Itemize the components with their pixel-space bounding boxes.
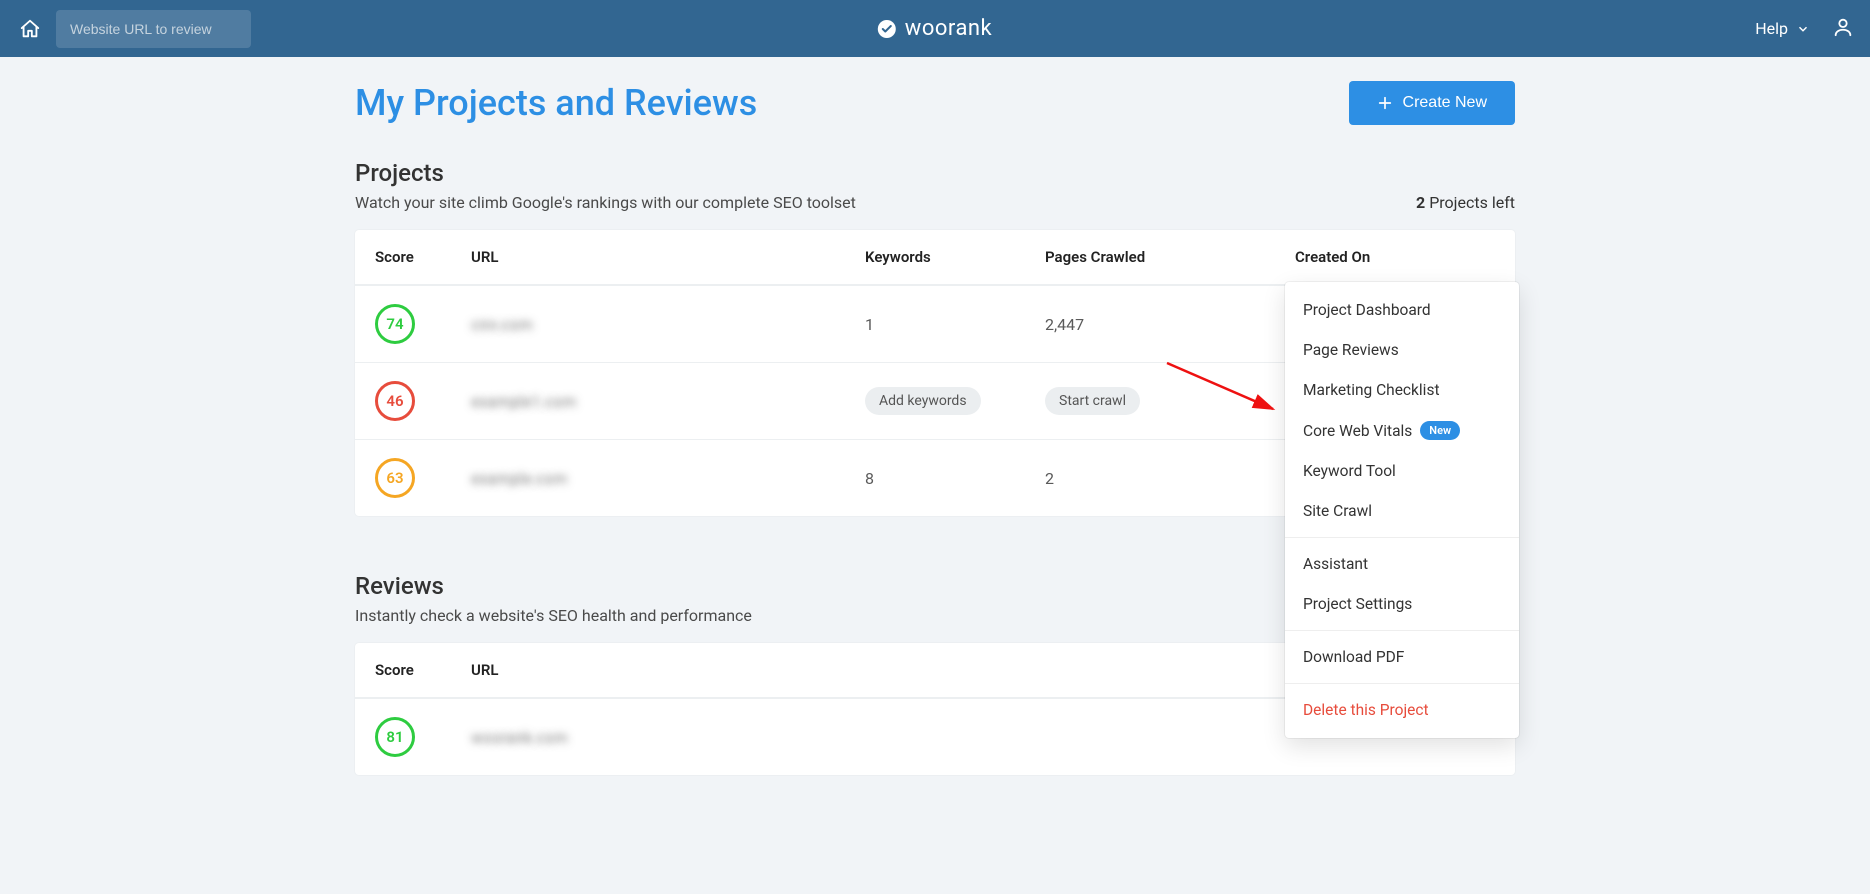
col-keywords: Keywords xyxy=(865,248,1045,266)
dd-separator xyxy=(1285,683,1519,684)
projects-left: 2 Projects left xyxy=(1416,193,1515,212)
project-pages: 2,447 xyxy=(1045,315,1295,334)
brand-check-icon xyxy=(878,20,896,38)
score-badge: 63 xyxy=(375,458,415,498)
dd-delete-project[interactable]: Delete this Project xyxy=(1285,690,1519,730)
reviews-subtitle: Instantly check a website's SEO health a… xyxy=(355,606,752,625)
start-crawl-button[interactable]: Start crawl xyxy=(1045,387,1140,415)
home-icon xyxy=(19,18,41,40)
projects-table-head: Score URL Keywords Pages Crawled Created… xyxy=(355,230,1515,285)
brand-text: woorank xyxy=(905,16,992,41)
dd-site-crawl[interactable]: Site Crawl xyxy=(1285,491,1519,531)
col-url: URL xyxy=(471,248,865,266)
url-input-container xyxy=(56,10,251,48)
dd-marketing-checklist[interactable]: Marketing Checklist xyxy=(1285,370,1519,410)
user-icon xyxy=(1832,16,1854,38)
user-menu[interactable] xyxy=(1832,16,1854,42)
reviews-title: Reviews xyxy=(355,572,752,600)
create-new-button[interactable]: Create New xyxy=(1349,81,1515,125)
top-bar: woorank Help xyxy=(0,0,1870,57)
score-badge: 74 xyxy=(375,304,415,344)
projects-title: Projects xyxy=(355,159,856,187)
project-url: example1.com xyxy=(471,392,865,411)
projects-subtitle: Watch your site climb Google's rankings … xyxy=(355,193,856,212)
dd-page-reviews[interactable]: Page Reviews xyxy=(1285,330,1519,370)
dd-assistant[interactable]: Assistant xyxy=(1285,544,1519,584)
url-input[interactable] xyxy=(70,21,237,37)
projects-left-count: 2 xyxy=(1416,193,1425,212)
project-keywords: 8 xyxy=(865,469,1045,488)
page-title: My Projects and Reviews xyxy=(355,82,757,124)
project-keywords: 1 xyxy=(865,315,1045,334)
new-badge: New xyxy=(1420,421,1460,440)
score-badge: 46 xyxy=(375,381,415,421)
col-created: Created On xyxy=(1295,248,1495,266)
dd-project-settings[interactable]: Project Settings xyxy=(1285,584,1519,624)
plus-icon xyxy=(1377,95,1393,111)
dd-keyword-tool[interactable]: Keyword Tool xyxy=(1285,451,1519,491)
help-label: Help xyxy=(1755,19,1788,38)
dd-separator xyxy=(1285,630,1519,631)
projects-table: Score URL Keywords Pages Crawled Created… xyxy=(355,230,1515,516)
col-score: Score xyxy=(375,661,471,679)
dd-download-pdf[interactable]: Download PDF xyxy=(1285,637,1519,677)
project-pages: 2 xyxy=(1045,469,1295,488)
page-header: My Projects and Reviews Create New xyxy=(355,81,1515,125)
header-right: Help xyxy=(1755,16,1854,42)
project-url: cnn.com xyxy=(471,315,865,334)
help-menu[interactable]: Help xyxy=(1755,19,1810,38)
col-score: Score xyxy=(375,248,471,266)
col-pages: Pages Crawled xyxy=(1045,248,1295,266)
projects-left-label: Projects left xyxy=(1429,193,1515,212)
chevron-down-icon xyxy=(1796,22,1810,36)
projects-section: Projects Watch your site climb Google's … xyxy=(355,159,1515,516)
dd-project-dashboard[interactable]: Project Dashboard xyxy=(1285,290,1519,330)
score-badge: 81 xyxy=(375,717,415,757)
home-button[interactable] xyxy=(16,15,44,43)
add-keywords-button[interactable]: Add keywords xyxy=(865,387,981,415)
brand-logo[interactable]: woorank xyxy=(878,16,992,41)
project-url: example.com xyxy=(471,469,865,488)
dd-separator xyxy=(1285,537,1519,538)
dd-core-web-vitals[interactable]: Core Web VitalsNew xyxy=(1285,410,1519,451)
main-content: My Projects and Reviews Create New Proje… xyxy=(355,57,1515,775)
project-actions-dropdown: Project Dashboard Page Reviews Marketing… xyxy=(1285,282,1519,738)
create-new-label: Create New xyxy=(1403,94,1487,112)
